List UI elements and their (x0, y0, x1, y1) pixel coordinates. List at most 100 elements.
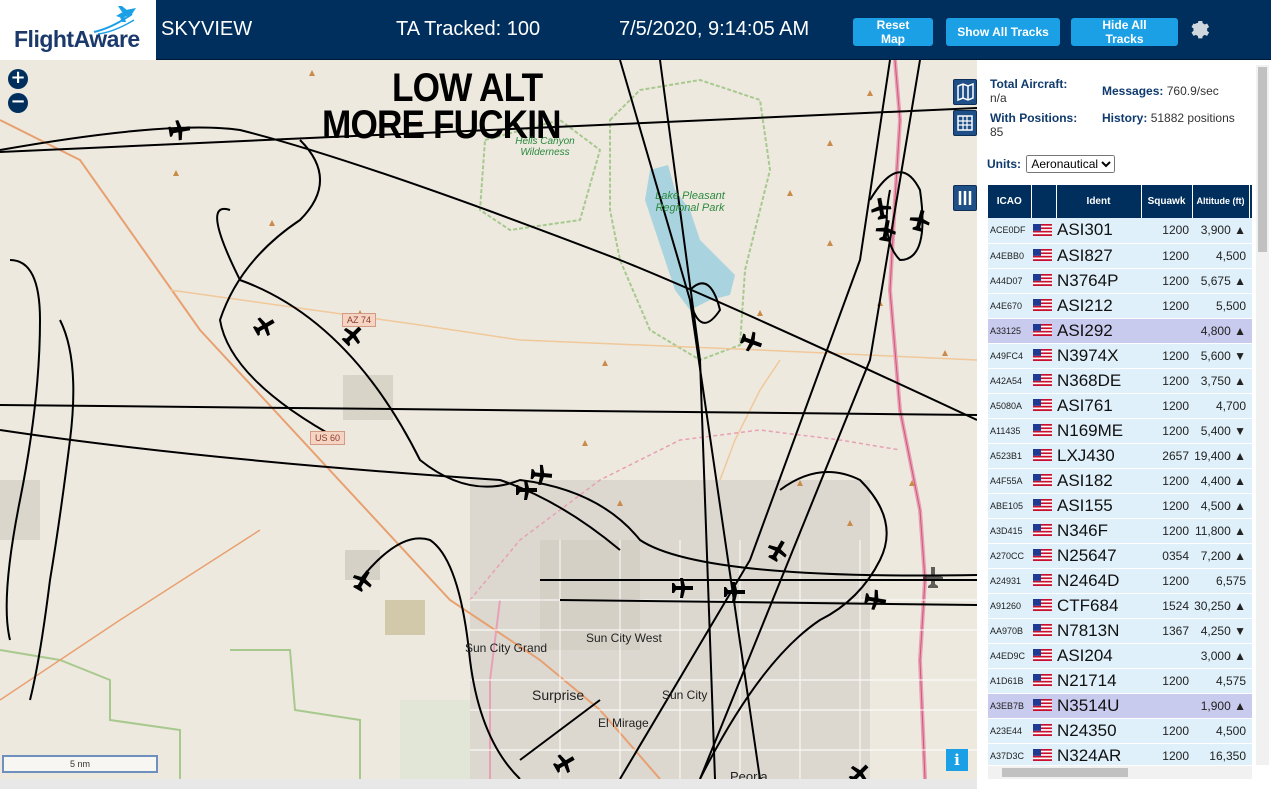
stat-history-label: History: (1102, 111, 1148, 125)
stat-history: History: 51882 positions (1102, 111, 1242, 125)
us-flag-icon (1033, 299, 1052, 312)
vertical-scroll-thumb[interactable] (1258, 67, 1267, 252)
reset-map-button[interactable]: Reset Map (853, 18, 933, 46)
aircraft-table-body: ACE0DF ASI301 1200 3,900 ▲ A4EBB0 ASI827 1200 4… (988, 218, 1252, 765)
zoom-in-button[interactable]: + (8, 69, 28, 89)
cell-icao: A11435 (988, 418, 1031, 444)
cell-ident: N3974X (1056, 343, 1141, 369)
cell-extra (1249, 368, 1252, 394)
cell-ident: ASI827 (1056, 243, 1141, 269)
col-header-altitude[interactable]: Altitude (ft) (1192, 185, 1250, 218)
cell-squawk: 1200 (1141, 293, 1192, 319)
cell-squawk: 1200 (1141, 243, 1192, 269)
zoom-out-button[interactable]: − (8, 93, 28, 113)
cell-flag (1031, 668, 1056, 694)
cell-ident: ASI182 (1056, 468, 1141, 494)
col-header-icao[interactable]: ICAO (988, 185, 1032, 218)
table-row[interactable]: A91260 CTF684 1524 30,250 ▲ (988, 593, 1252, 619)
map-layer-button[interactable] (953, 79, 977, 105)
cell-flag (1031, 468, 1056, 494)
label-surprise: Surprise (532, 687, 585, 703)
table-row[interactable]: A24931 N2464D 1200 6,575 (988, 568, 1252, 594)
stat-total-aircraft: Total Aircraft: n/a (990, 77, 1067, 105)
current-datetime: 7/5/2020, 9:14:05 AM (619, 18, 810, 40)
flightaware-logo[interactable]: FlightAware (0, 0, 156, 60)
stat-with-positions: With Positions: 85 (990, 111, 1077, 139)
cell-flag (1031, 393, 1056, 419)
label-sun-city-west: Sun City West (586, 631, 662, 645)
us-flag-icon (1033, 474, 1052, 487)
table-row[interactable]: A42A54 N368DE 1200 3,750 ▲ (988, 368, 1252, 394)
table-row[interactable]: A270CC N25647 0354 7,200 ▲ (988, 543, 1252, 569)
cell-altitude: 7,200 ▲ (1192, 543, 1249, 569)
info-button[interactable]: i (946, 749, 968, 771)
cell-altitude: 5,500 (1192, 293, 1249, 319)
table-row[interactable]: A3EB7B N3514U 1,900 ▲ (988, 693, 1252, 719)
vertical-scrollbar[interactable] (1256, 65, 1269, 765)
units-select[interactable]: Aeronautical (1026, 155, 1116, 173)
cell-icao: A4EBB0 (988, 243, 1031, 269)
cell-extra (1249, 343, 1252, 369)
table-row[interactable]: ACE0DF ASI301 1200 3,900 ▲ (988, 218, 1252, 244)
gear-icon[interactable] (1188, 17, 1212, 41)
cell-squawk: 1200 (1141, 218, 1192, 244)
us-flag-icon (1033, 249, 1052, 262)
col-header-ident[interactable]: Ident (1056, 185, 1142, 218)
table-row[interactable]: A4E670 ASI212 1200 5,500 (988, 293, 1252, 319)
table-row[interactable]: A5080A ASI761 1200 4,700 (988, 393, 1252, 419)
horizontal-scrollbar[interactable] (988, 766, 1252, 779)
show-all-tracks-button[interactable]: Show All Tracks (946, 18, 1060, 46)
table-row[interactable]: A11435 N169ME 1200 5,400 ▼ (988, 418, 1252, 444)
cell-altitude: 30,250 ▲ (1192, 593, 1249, 619)
cell-icao: A1D61B (988, 668, 1031, 694)
cell-flag (1031, 568, 1056, 594)
cell-extra (1249, 418, 1252, 444)
cell-extra (1249, 518, 1252, 544)
cell-squawk: 1200 (1141, 343, 1192, 369)
cell-extra (1249, 568, 1252, 594)
col-header-squawk[interactable]: Squawk (1141, 185, 1193, 218)
us-flag-icon (1033, 224, 1052, 237)
cell-ident: ASI301 (1056, 218, 1141, 244)
cell-squawk: 1200 (1141, 418, 1192, 444)
table-row[interactable]: A523B1 LXJ430 2657 19,400 ▲ (988, 443, 1252, 469)
table-row[interactable]: A37D3C N324AR 1200 16,350 (988, 743, 1252, 765)
cell-altitude: 4,400 ▲ (1192, 468, 1249, 494)
aircraft-table: ICAO Ident Squawk Altitude (ft) ACE0DF AS… (988, 185, 1252, 765)
us-flag-icon (1033, 324, 1052, 337)
table-row[interactable]: A4ED9C ASI204 3,000 ▲ (988, 643, 1252, 669)
cell-extra (1249, 593, 1252, 619)
grid-toggle-button[interactable] (953, 110, 977, 136)
horizontal-scroll-thumb[interactable] (1002, 768, 1128, 777)
us-flag-icon (1033, 574, 1052, 587)
table-row[interactable]: A44D07 N3764P 1200 5,675 ▲ (988, 268, 1252, 294)
cell-altitude: 4,700 (1192, 393, 1249, 419)
table-row[interactable]: ABE105 ASI155 1200 4,500 ▲ (988, 493, 1252, 519)
cell-flag (1031, 743, 1056, 765)
cell-flag (1031, 218, 1056, 244)
map-view[interactable]: + − LOW ALT MORE FUCKIN Hells Canyon Wil… (0, 60, 977, 779)
us-flag-icon (1033, 424, 1052, 437)
table-row[interactable]: A4EBB0 ASI827 1200 4,500 (988, 243, 1252, 269)
cell-ident: N7813N (1056, 618, 1141, 644)
cell-icao: A5080A (988, 393, 1031, 419)
table-row[interactable]: A3D415 N346F 1200 11,800 ▲ (988, 518, 1252, 544)
us-flag-icon (1033, 349, 1052, 362)
sidebar-toggle-button[interactable] (953, 185, 977, 211)
table-row[interactable]: A23E44 N24350 1200 4,500 (988, 718, 1252, 744)
cell-altitude: 4,250 ▼ (1192, 618, 1249, 644)
top-header: FlightAware SKYVIEW TA Tracked: 100 7/5/… (0, 0, 1271, 60)
table-row[interactable]: A1D61B N21714 1200 4,575 (988, 668, 1252, 694)
cell-ident: ASI292 (1056, 318, 1141, 344)
table-row[interactable]: A4F55A ASI182 1200 4,400 ▲ (988, 468, 1252, 494)
cell-flag (1031, 718, 1056, 744)
cell-ident: N324AR (1056, 743, 1141, 765)
cell-ident: N2464D (1056, 568, 1141, 594)
table-row[interactable]: AA970B N7813N 1367 4,250 ▼ (988, 618, 1252, 644)
table-row[interactable]: A49FC4 N3974X 1200 5,600 ▼ (988, 343, 1252, 369)
stat-total-label: Total Aircraft: (990, 77, 1068, 91)
cell-altitude: 4,500 ▲ (1192, 493, 1249, 519)
table-row[interactable]: A33125 ASI292 4,800 ▲ (988, 318, 1252, 344)
hide-all-tracks-button[interactable]: Hide All Tracks (1071, 18, 1178, 46)
aircraft-table-wrapper: ICAO Ident Squawk Altitude (ft) ACE0DF AS… (988, 185, 1252, 765)
